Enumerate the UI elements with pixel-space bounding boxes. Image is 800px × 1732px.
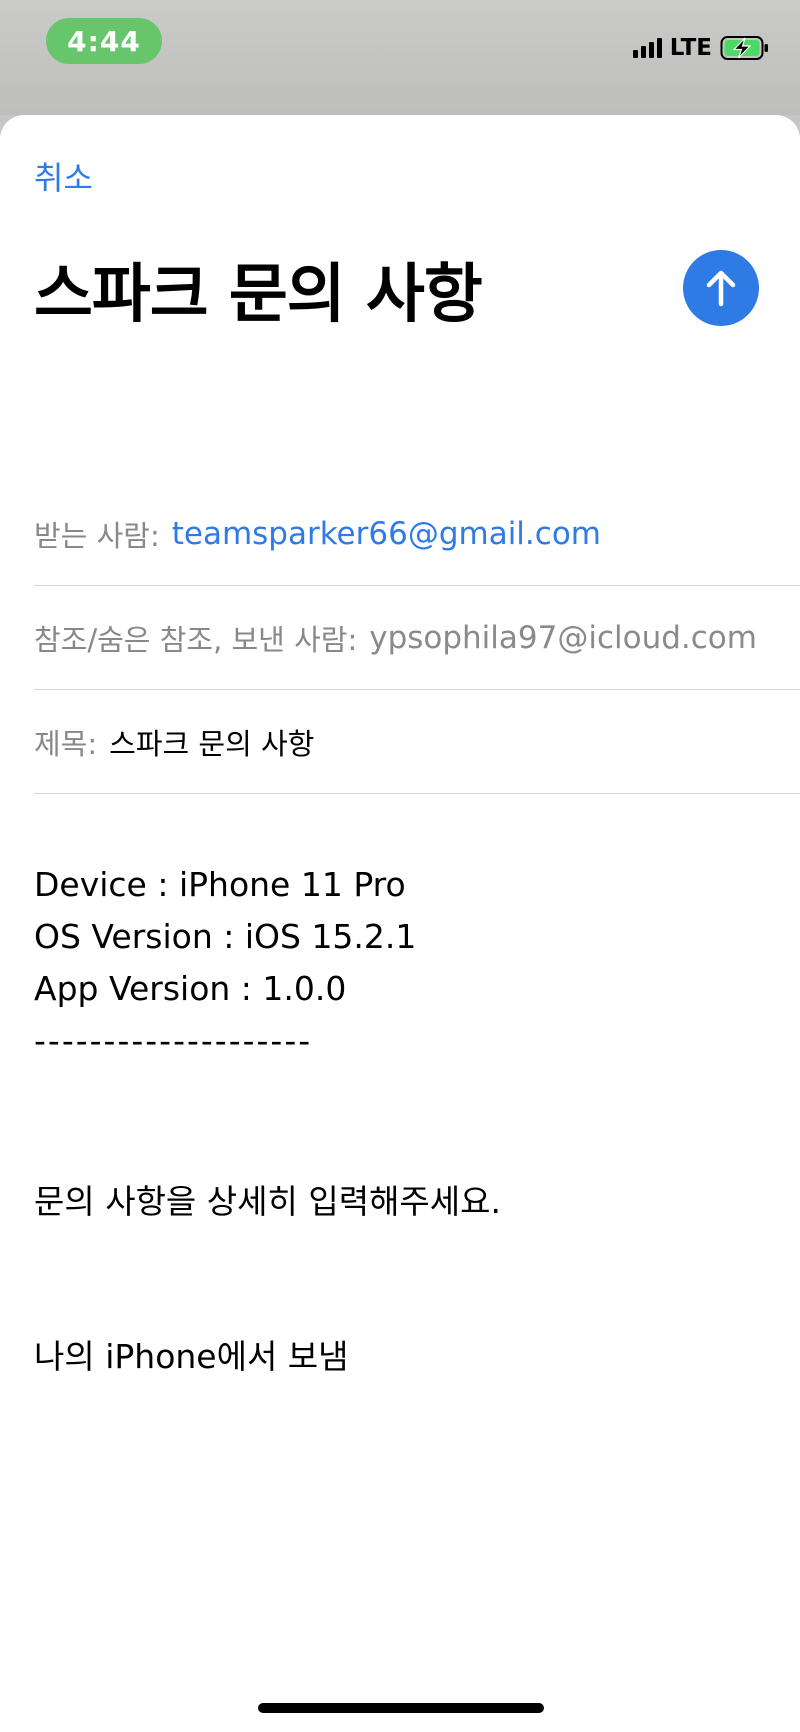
cancel-button[interactable]: 취소 — [34, 153, 93, 199]
body-device-line[interactable]: Device : iPhone 11 Pro — [34, 865, 406, 904]
to-recipient[interactable]: teamsparker66@gmail.com — [172, 516, 601, 552]
cc-label: 참조/숨은 참조, 보낸 사람: — [34, 622, 358, 657]
send-button[interactable] — [683, 250, 759, 326]
body-os-line[interactable]: OS Version : iOS 15.2.1 — [34, 917, 416, 956]
status-time[interactable]: 4:44 — [46, 18, 162, 64]
cc-bcc-from-field[interactable]: 참조/숨은 참조, 보낸 사람: ypsophila97@icloud.com — [34, 586, 800, 690]
signal-icon — [632, 38, 662, 58]
network-type: LTE — [669, 35, 712, 61]
subject-label: 제목: — [34, 726, 98, 761]
subject-input[interactable]: 스파크 문의 사항 — [109, 721, 314, 763]
home-indicator[interactable] — [258, 1703, 544, 1713]
arrow-up-icon — [706, 270, 736, 307]
to-label: 받는 사람: — [34, 518, 160, 553]
body-signature-line[interactable]: 나의 iPhone에서 보냄 — [34, 1330, 349, 1378]
body-app-version-line[interactable]: App Version : 1.0.0 — [34, 969, 346, 1008]
status-bar: 4:44 LTE — [0, 0, 800, 115]
subject-field[interactable]: 제목: 스파크 문의 사항 — [34, 690, 800, 794]
from-address[interactable]: ypsophila97@icloud.com — [369, 620, 757, 656]
to-field[interactable]: 받는 사람: teamsparker66@gmail.com — [34, 482, 800, 586]
body-divider-line[interactable]: -------------------- — [34, 1021, 312, 1060]
body-prompt-line[interactable]: 문의 사항을 상세히 입력해주세요. — [34, 1175, 501, 1223]
compose-title: 스파크 문의 사항 — [34, 258, 483, 332]
status-icons: LTE — [632, 33, 770, 63]
battery-charging-icon — [720, 36, 768, 60]
compose-sheet: 취소 스파크 문의 사항 받는 사람: teamsparker66@gmail.… — [0, 115, 800, 1732]
